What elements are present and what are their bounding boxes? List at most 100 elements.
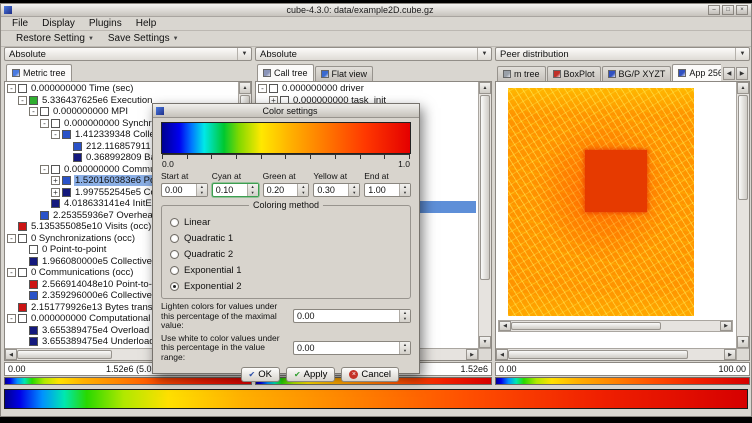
- tree-node-label[interactable]: 0 Synchronizations (occ): [30, 233, 136, 244]
- scroll-right-button[interactable]: ▶: [466, 349, 478, 360]
- tree-node-label[interactable]: 5.135355085e10 Visits (occ): [30, 221, 152, 232]
- tree-node-label[interactable]: 3.655389475e4 Underload: [41, 336, 156, 347]
- spinbox-value[interactable]: 0.20: [264, 184, 298, 196]
- dialog-titlebar[interactable]: Color settings: [153, 104, 419, 118]
- tree-node-label[interactable]: 0.368992809 Ba: [85, 152, 157, 163]
- collapse-icon[interactable]: -: [18, 96, 27, 105]
- system-value-mode-combo[interactable]: Peer distribution ▼: [495, 47, 750, 61]
- tree-node-label[interactable]: 4.018633141e4 InitExit: [63, 198, 162, 209]
- yellow-at-spinbox[interactable]: 0.30▲▼: [313, 183, 360, 197]
- scrollbar-track[interactable]: [508, 349, 724, 360]
- tree-node-label[interactable]: 0.000000000 driver: [281, 83, 365, 94]
- heatmap-scrollbar[interactable]: ◀ ▶: [498, 320, 733, 332]
- vertical-scrollbar[interactable]: ▲ ▼: [478, 82, 491, 348]
- tab-scroll-right-button[interactable]: ▶: [736, 67, 748, 80]
- tree-node-label[interactable]: 5.336437625e6 Execution: [41, 95, 153, 106]
- spinbox-value[interactable]: 0.00: [162, 184, 196, 196]
- spin-down-icon[interactable]: ▼: [197, 190, 207, 196]
- start-at-spinbox[interactable]: 0.00▲▼: [161, 183, 208, 197]
- scrollbar-thumb[interactable]: [17, 350, 112, 359]
- vertical-scrollbar[interactable]: ▲ ▼: [736, 82, 749, 348]
- toolbar-save-settings[interactable]: Save Settings▼: [101, 33, 186, 44]
- scroll-up-button[interactable]: ▲: [239, 82, 251, 94]
- collapse-icon[interactable]: -: [29, 107, 38, 116]
- menu-display[interactable]: Display: [35, 18, 82, 29]
- menu-help[interactable]: Help: [129, 18, 164, 29]
- menu-file[interactable]: File: [5, 18, 35, 29]
- tab-bg-p-xyzt[interactable]: BG/P XYZT: [602, 66, 672, 81]
- expand-icon[interactable]: +: [51, 188, 60, 197]
- method-radio-quadratic-2[interactable]: Quadratic 2: [170, 246, 402, 262]
- tree-node-label[interactable]: 2.359296000e6 Collective: [41, 290, 153, 301]
- tree-row[interactable]: - 0.000000000 Time (sec): [7, 83, 236, 95]
- scrollbar-thumb[interactable]: [480, 95, 490, 280]
- scroll-up-button[interactable]: ▲: [479, 82, 491, 94]
- call-value-mode-combo[interactable]: Absolute ▼: [255, 47, 492, 61]
- cancel-button[interactable]: ×Cancel: [341, 367, 399, 382]
- tree-node-label[interactable]: 0.000000000 MPI: [52, 106, 129, 117]
- close-button[interactable]: ×: [736, 5, 748, 15]
- maximize-button[interactable]: □: [722, 5, 734, 15]
- tree-row[interactable]: - 0.000000000 driver: [258, 83, 476, 95]
- toolbar-restore-setting[interactable]: Restore Setting▼: [9, 33, 101, 44]
- method-radio-quadratic-1[interactable]: Quadratic 1: [170, 230, 402, 246]
- method-radio-linear[interactable]: Linear: [170, 214, 402, 230]
- ok-button[interactable]: ✔OK: [241, 367, 280, 382]
- spinbox-value[interactable]: 1.00: [365, 184, 399, 196]
- collapse-icon[interactable]: -: [40, 165, 49, 174]
- topology-heatmap[interactable]: [508, 88, 694, 316]
- horizontal-scrollbar[interactable]: ◀ ▶: [496, 348, 736, 360]
- scroll-left-button[interactable]: ◀: [496, 349, 508, 360]
- spin-down-icon[interactable]: ▼: [400, 348, 410, 354]
- tab-scroll-left-button[interactable]: ◀: [723, 67, 735, 80]
- scrollbar-track[interactable]: [511, 321, 720, 331]
- cyan-at-spinbox[interactable]: 0.10▲▼: [212, 183, 259, 197]
- tree-node-label[interactable]: 3.655389475e4 Overload: [41, 325, 150, 336]
- metric-value-mode-combo[interactable]: Absolute ▼: [4, 47, 252, 61]
- spin-down-icon[interactable]: ▼: [248, 190, 258, 196]
- collapse-icon[interactable]: -: [7, 84, 16, 93]
- tree-node-label[interactable]: 0 Point-to-point: [41, 244, 107, 255]
- scroll-left-button[interactable]: ◀: [5, 349, 17, 360]
- radio-button[interactable]: [170, 266, 179, 275]
- collapse-icon[interactable]: -: [7, 268, 16, 277]
- scrollbar-thumb[interactable]: [508, 350, 688, 359]
- method-radio-exponential-1[interactable]: Exponential 1: [170, 262, 402, 278]
- menu-plugins[interactable]: Plugins: [82, 18, 129, 29]
- minimize-button[interactable]: –: [708, 5, 720, 15]
- lighten-spinbox[interactable]: 0.00 ▲ ▼: [293, 309, 411, 323]
- collapse-icon[interactable]: -: [40, 119, 49, 128]
- white-value[interactable]: 0.00: [294, 342, 399, 354]
- tab-m-tree[interactable]: m tree: [497, 66, 546, 81]
- spin-down-icon[interactable]: ▼: [349, 190, 359, 196]
- expand-icon[interactable]: +: [51, 176, 60, 185]
- tab-call-tree[interactable]: Call tree: [257, 64, 314, 81]
- collapse-icon[interactable]: -: [258, 84, 267, 93]
- radio-button[interactable]: [170, 250, 179, 259]
- method-radio-exponential-2[interactable]: Exponential 2: [170, 278, 402, 294]
- spinbox-value[interactable]: 0.30: [314, 184, 348, 196]
- collapse-icon[interactable]: -: [7, 234, 16, 243]
- white-spinbox[interactable]: 0.00 ▲ ▼: [293, 341, 411, 355]
- scroll-left-button[interactable]: ◀: [499, 321, 511, 331]
- apply-button[interactable]: ✔Apply: [286, 367, 335, 382]
- tree-node-label[interactable]: 0 Communications (occ): [30, 267, 134, 278]
- tree-node-label[interactable]: 1.966080000e5 Collective: [41, 256, 153, 267]
- scrollbar-thumb[interactable]: [738, 95, 748, 200]
- end-at-spinbox[interactable]: 1.00▲▼: [364, 183, 411, 197]
- radio-button[interactable]: [170, 218, 179, 227]
- scroll-right-button[interactable]: ▶: [724, 349, 736, 360]
- radio-button[interactable]: [170, 234, 179, 243]
- spin-down-icon[interactable]: ▼: [298, 190, 308, 196]
- collapse-icon[interactable]: -: [7, 314, 16, 323]
- tree-node-label[interactable]: 2.25355936e7 Overhead: [52, 210, 159, 221]
- tree-node-label[interactable]: 0.000000000 Time (sec): [30, 83, 134, 94]
- tab-metric-tree[interactable]: Metric tree: [6, 64, 72, 81]
- scroll-up-button[interactable]: ▲: [737, 82, 749, 94]
- scroll-right-button[interactable]: ▶: [720, 321, 732, 331]
- tab-boxplot[interactable]: BoxPlot: [547, 66, 601, 81]
- scroll-down-button[interactable]: ▼: [479, 336, 491, 348]
- tab-app-256x256[interactable]: App 256x256: [672, 64, 721, 81]
- scrollbar-thumb[interactable]: [511, 322, 661, 330]
- spinbox-value[interactable]: 0.10: [213, 184, 247, 196]
